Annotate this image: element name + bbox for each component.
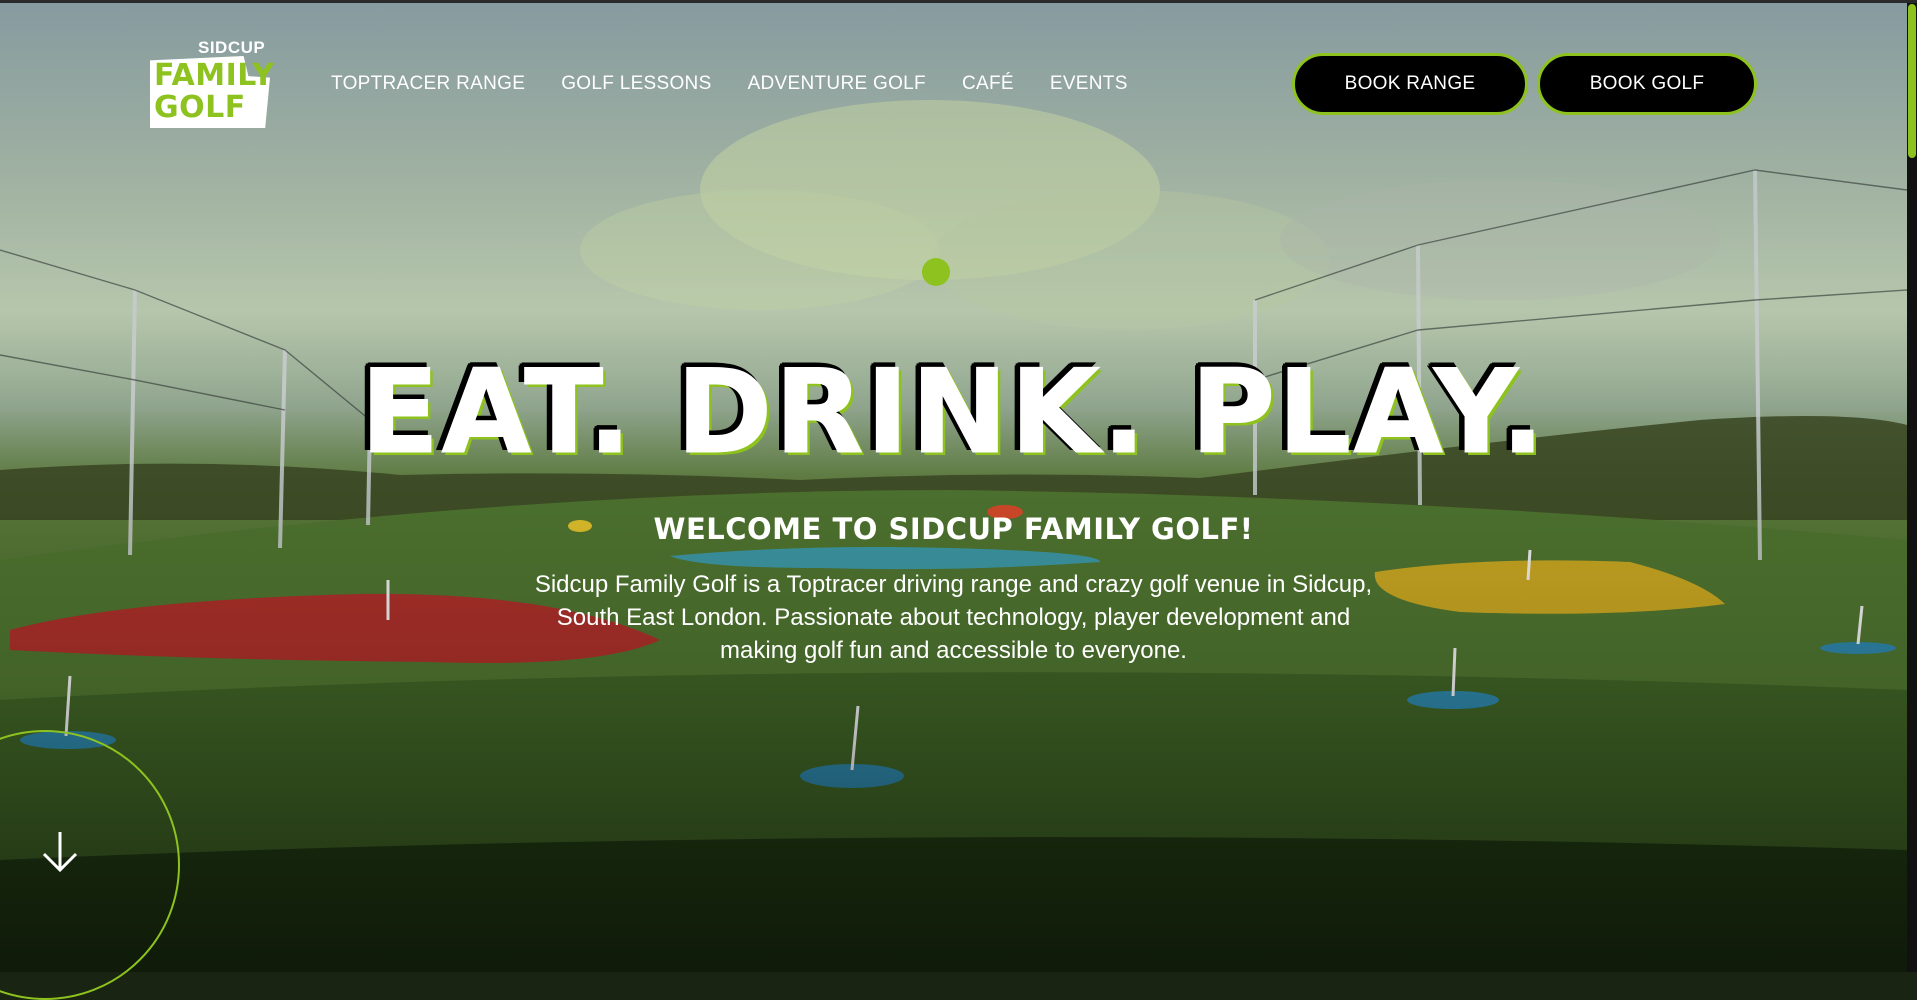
site-logo[interactable]: SIDCUP FAMILY GOLF: [150, 38, 275, 130]
logo-text-line2: GOLF: [154, 90, 246, 125]
book-golf-button[interactable]: BOOK GOLF: [1537, 53, 1757, 115]
nav-item-cafe[interactable]: CAFÉ: [962, 73, 1014, 95]
hero-overlay: [0, 0, 1907, 972]
window-top-border: [0, 0, 1917, 3]
accent-dot: [922, 258, 950, 286]
hero-background-video: [0, 0, 1907, 972]
hero-headline: EAT. DRINK. PLAY.: [360, 345, 1547, 481]
logo-text-top: SIDCUP: [198, 38, 266, 57]
book-range-button[interactable]: BOOK RANGE: [1292, 53, 1528, 115]
nav-item-events[interactable]: EVENTS: [1050, 73, 1128, 95]
page-scrollbar[interactable]: [1907, 0, 1917, 972]
nav-item-golf-lessons[interactable]: GOLF LESSONS: [561, 73, 711, 95]
arrow-down-icon[interactable]: [40, 830, 80, 874]
welcome-heading: WELCOME TO SIDCUP FAMILY GOLF!: [653, 512, 1254, 546]
intro-paragraph: Sidcup Family Golf is a Toptracer drivin…: [534, 571, 1373, 664]
nav-item-toptracer-range[interactable]: TOPTRACER RANGE: [331, 73, 525, 95]
scrollbar-thumb[interactable]: [1908, 4, 1916, 158]
nav-item-adventure-golf[interactable]: ADVENTURE GOLF: [748, 73, 926, 95]
main-navigation: TOPTRACER RANGE GOLF LESSONS ADVENTURE G…: [331, 73, 1164, 95]
logo-text-line1: FAMILY: [154, 58, 275, 93]
